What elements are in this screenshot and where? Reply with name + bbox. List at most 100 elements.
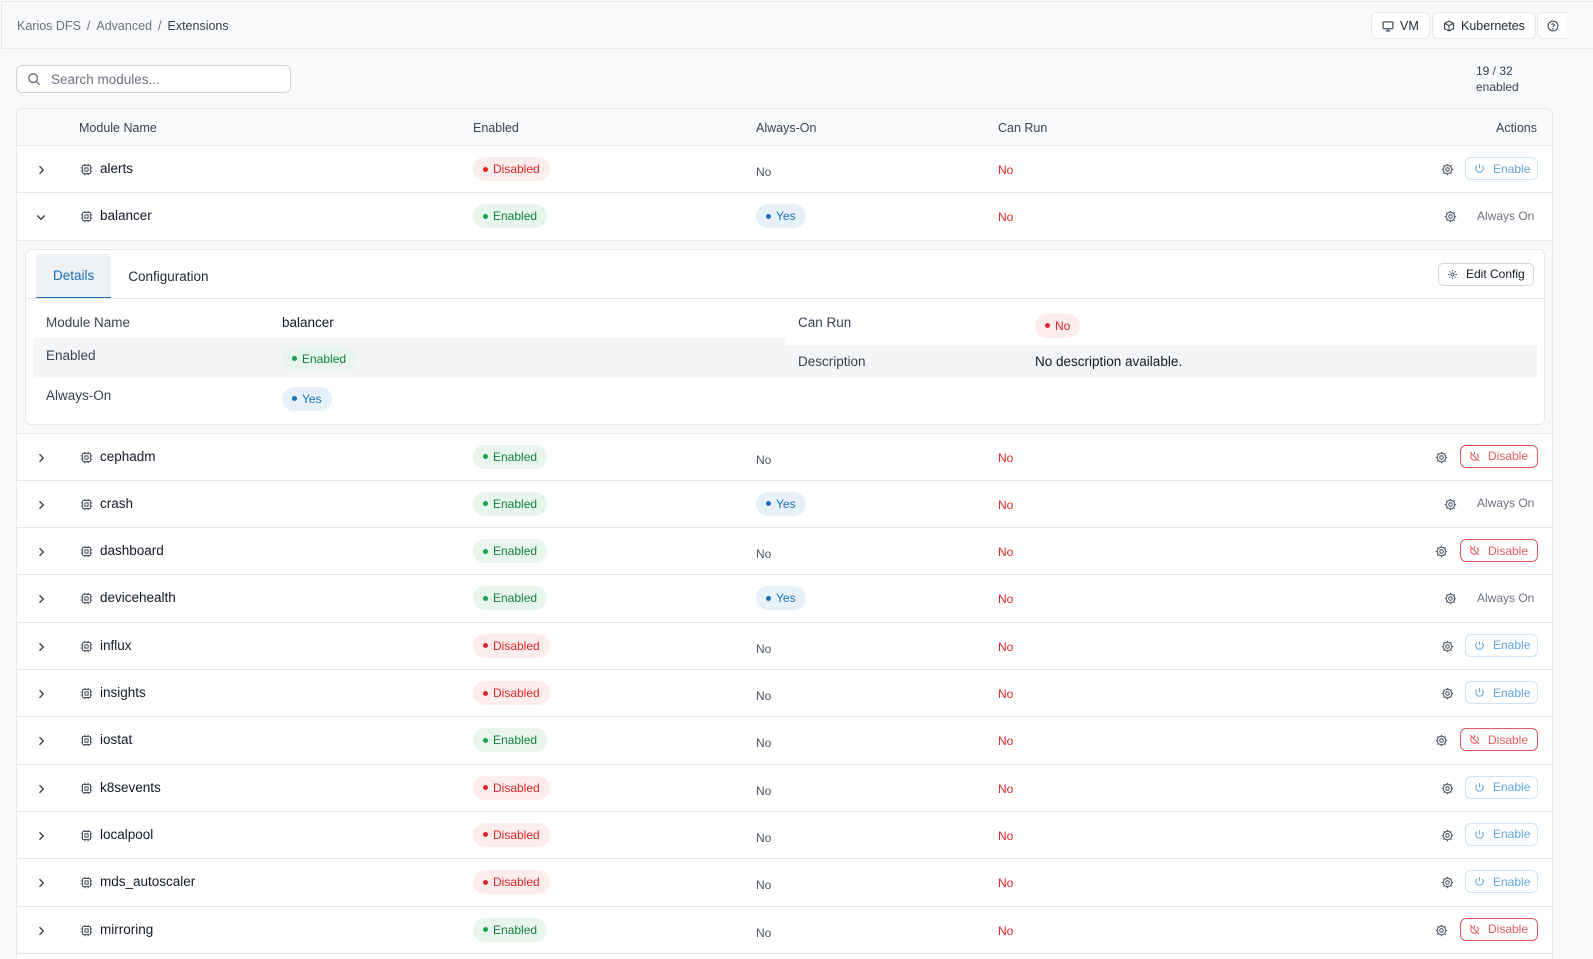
module-always-on-value: No [756,641,772,656]
disable-button[interactable]: Disable [1460,917,1538,941]
column-header-enabled[interactable]: Enabled [473,121,519,135]
search-input[interactable] [51,71,271,87]
settings-gear-icon[interactable] [1444,592,1457,605]
disable-button[interactable]: Disable [1460,728,1538,752]
chevron-right-icon[interactable] [35,687,47,699]
chevron-right-icon[interactable] [35,545,47,557]
module-always-on-cell: No [756,445,771,467]
module-cpu-icon [80,640,93,653]
table-row[interactable]: crash Enabled Yes No Always On [17,480,1552,529]
status-badge-label: Yes [776,496,796,511]
settings-gear-icon[interactable] [1444,210,1457,223]
table-row[interactable]: mirroring Enabled No No Disable [17,906,1552,954]
settings-gear-icon[interactable] [1441,163,1454,176]
detail-can-run-value: No [1035,313,1081,338]
module-cpu-icon [80,734,93,747]
enable-button[interactable]: Enable [1465,633,1538,657]
disable-button[interactable]: Disable [1460,539,1538,563]
kubernetes-button[interactable]: Kubernetes [1432,12,1536,39]
chevron-right-icon[interactable] [35,163,47,175]
settings-gear-icon[interactable] [1435,545,1448,558]
status-dot [483,548,488,554]
module-name: iostat [100,732,133,748]
power-icon [1474,876,1485,887]
column-header-always-on[interactable]: Always-On [756,121,816,135]
chevron-right-icon[interactable] [35,782,47,794]
chevron-right-icon[interactable] [35,924,47,936]
detail-enabled-label: Enabled [46,347,96,363]
disable-button[interactable]: Disable [1460,444,1538,468]
tab-details[interactable]: Details [36,253,112,299]
status-badge: Disabled [473,157,550,181]
module-cpu-icon [80,924,93,937]
status-dot [483,690,488,696]
status-badge: Enabled [282,346,357,371]
table-row[interactable]: alerts Disabled No No Enable [17,146,1552,194]
enable-button[interactable]: Enable [1465,157,1538,180]
modules-table: Module Name Enabled Always-On Can Run Ac… [16,108,1553,959]
chevron-right-icon[interactable] [35,640,47,652]
status-dot [483,737,488,743]
chevron-right-icon[interactable] [35,876,47,888]
settings-gear-icon[interactable] [1441,687,1454,700]
chevron-right-icon[interactable] [35,829,47,841]
chevron-right-icon[interactable] [35,592,47,604]
table-row[interactable]: cephadm Enabled No No Disable [17,433,1552,481]
module-name: balancer [100,208,152,224]
table-row[interactable]: insights Disabled No No Enable [17,670,1552,718]
module-name: crash [100,495,134,511]
table-row[interactable]: localpool Disabled No No Enable [17,811,1552,860]
settings-gear-icon[interactable] [1441,640,1454,653]
breadcrumb-item-advanced[interactable]: Advanced [96,19,152,33]
status-badge-label: Disabled [493,875,540,890]
power-icon [1474,687,1485,698]
chevron-right-icon[interactable] [35,498,47,510]
enable-button[interactable]: Enable [1465,775,1538,799]
help-button[interactable] [1537,12,1567,39]
settings-gear-icon[interactable] [1435,451,1448,464]
settings-gear-icon[interactable] [1444,498,1457,511]
column-header-actions: Actions [1496,121,1537,135]
table-row[interactable]: devicehealth Enabled Yes No Always On [17,575,1552,623]
chevron-down-icon[interactable] [35,210,47,222]
settings-gear-icon[interactable] [1441,782,1454,795]
status-badge: Yes [756,586,806,611]
status-dot [766,595,771,601]
module-cpu-icon [80,829,93,842]
column-header-can-run[interactable]: Can Run [998,121,1047,135]
table-row[interactable]: iostat Enabled No No Disable [17,717,1552,765]
enabled-count: 19 / 32 enabled [1476,63,1519,95]
detail-description-value: No description available. [1035,353,1183,369]
status-badge-label: Disabled [493,686,540,701]
table-row[interactable]: influx Disabled No No Enable [17,622,1552,671]
settings-gear-icon[interactable] [1441,829,1454,842]
module-always-on-value: No [756,452,772,467]
table-row[interactable]: balancer Enabled Yes No Always On [17,193,1552,241]
tab-configuration[interactable]: Configuration [111,254,225,299]
module-enabled-cell: Enabled [473,491,548,516]
status-dot [483,454,488,460]
chevron-right-icon[interactable] [35,734,47,746]
module-can-run-value: No [998,687,1014,702]
enable-button[interactable]: Enable [1465,822,1538,846]
module-always-on-cell: No [756,918,771,940]
module-always-on-value: No [756,830,772,845]
chevron-right-icon[interactable] [35,451,47,463]
settings-gear-icon[interactable] [1435,734,1448,747]
table-row[interactable]: k8sevents Disabled No No Enable [17,764,1552,812]
edit-config-button[interactable]: Edit Config [1438,262,1534,286]
enabled-count-suffix: enabled [1476,80,1519,94]
details-card: Details Configuration Edit Config Module… [25,248,1545,425]
column-header-name[interactable]: Module Name [79,121,157,135]
enable-button[interactable]: Enable [1465,681,1538,705]
vm-button[interactable]: VM [1371,12,1430,39]
enable-button[interactable]: Enable [1465,870,1538,894]
detail-description-label: Description [798,353,866,369]
table-row[interactable]: dashboard Enabled No No Disable [17,528,1552,576]
breadcrumb-item-root[interactable]: Karios DFS [17,19,81,33]
settings-gear-icon[interactable] [1435,924,1448,937]
table-row[interactable]: mds_autoscaler Disabled No No Enable [17,859,1552,907]
status-badge-label: No [1055,318,1071,333]
module-can-run-value: No [998,923,1014,938]
settings-gear-icon[interactable] [1441,876,1454,889]
